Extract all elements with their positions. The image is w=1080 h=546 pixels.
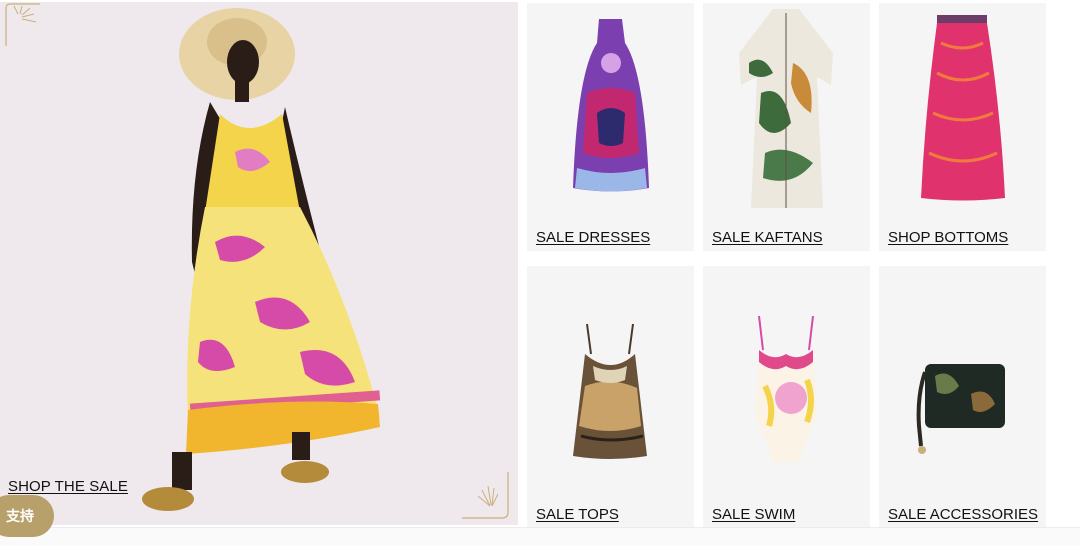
support-button[interactable]: 支持 (0, 495, 54, 537)
hero-banner[interactable]: SHOP THE SALE (0, 2, 518, 525)
category-tile-swim[interactable]: SALE SWIM (703, 266, 870, 530)
category-tile-kaftans[interactable]: SALE KAFTANS (703, 3, 870, 251)
page-footer-edge (0, 527, 1080, 546)
sale-accessories-link[interactable]: SALE ACCESSORIES (888, 506, 1038, 523)
sale-swim-link[interactable]: SALE SWIM (712, 506, 795, 523)
sale-tops-link[interactable]: SALE TOPS (536, 506, 619, 523)
category-tile-accessories[interactable]: SALE ACCESSORIES (879, 266, 1046, 530)
shop-bottoms-link[interactable]: SHOP BOTTOMS (888, 229, 1008, 246)
category-tile-tops[interactable]: SALE TOPS (527, 266, 694, 530)
category-tile-bottoms[interactable]: SHOP BOTTOMS (879, 3, 1046, 251)
dress-icon (573, 19, 649, 192)
sale-dresses-link[interactable]: SALE DRESSES (536, 229, 650, 246)
pouch-icon (916, 364, 1005, 454)
skirt-icon (921, 15, 1005, 201)
shop-the-sale-link[interactable]: SHOP THE SALE (8, 478, 128, 495)
swimsuit-icon (755, 315, 817, 462)
camisole-icon (573, 323, 647, 459)
category-tile-dresses[interactable]: SALE DRESSES (527, 3, 694, 251)
sun-ornament-icon (5, 3, 40, 46)
kaftan-icon (739, 9, 833, 208)
sun-ornament-icon (462, 472, 509, 519)
sale-kaftans-link[interactable]: SALE KAFTANS (712, 229, 823, 246)
hero-model-image (142, 8, 381, 511)
